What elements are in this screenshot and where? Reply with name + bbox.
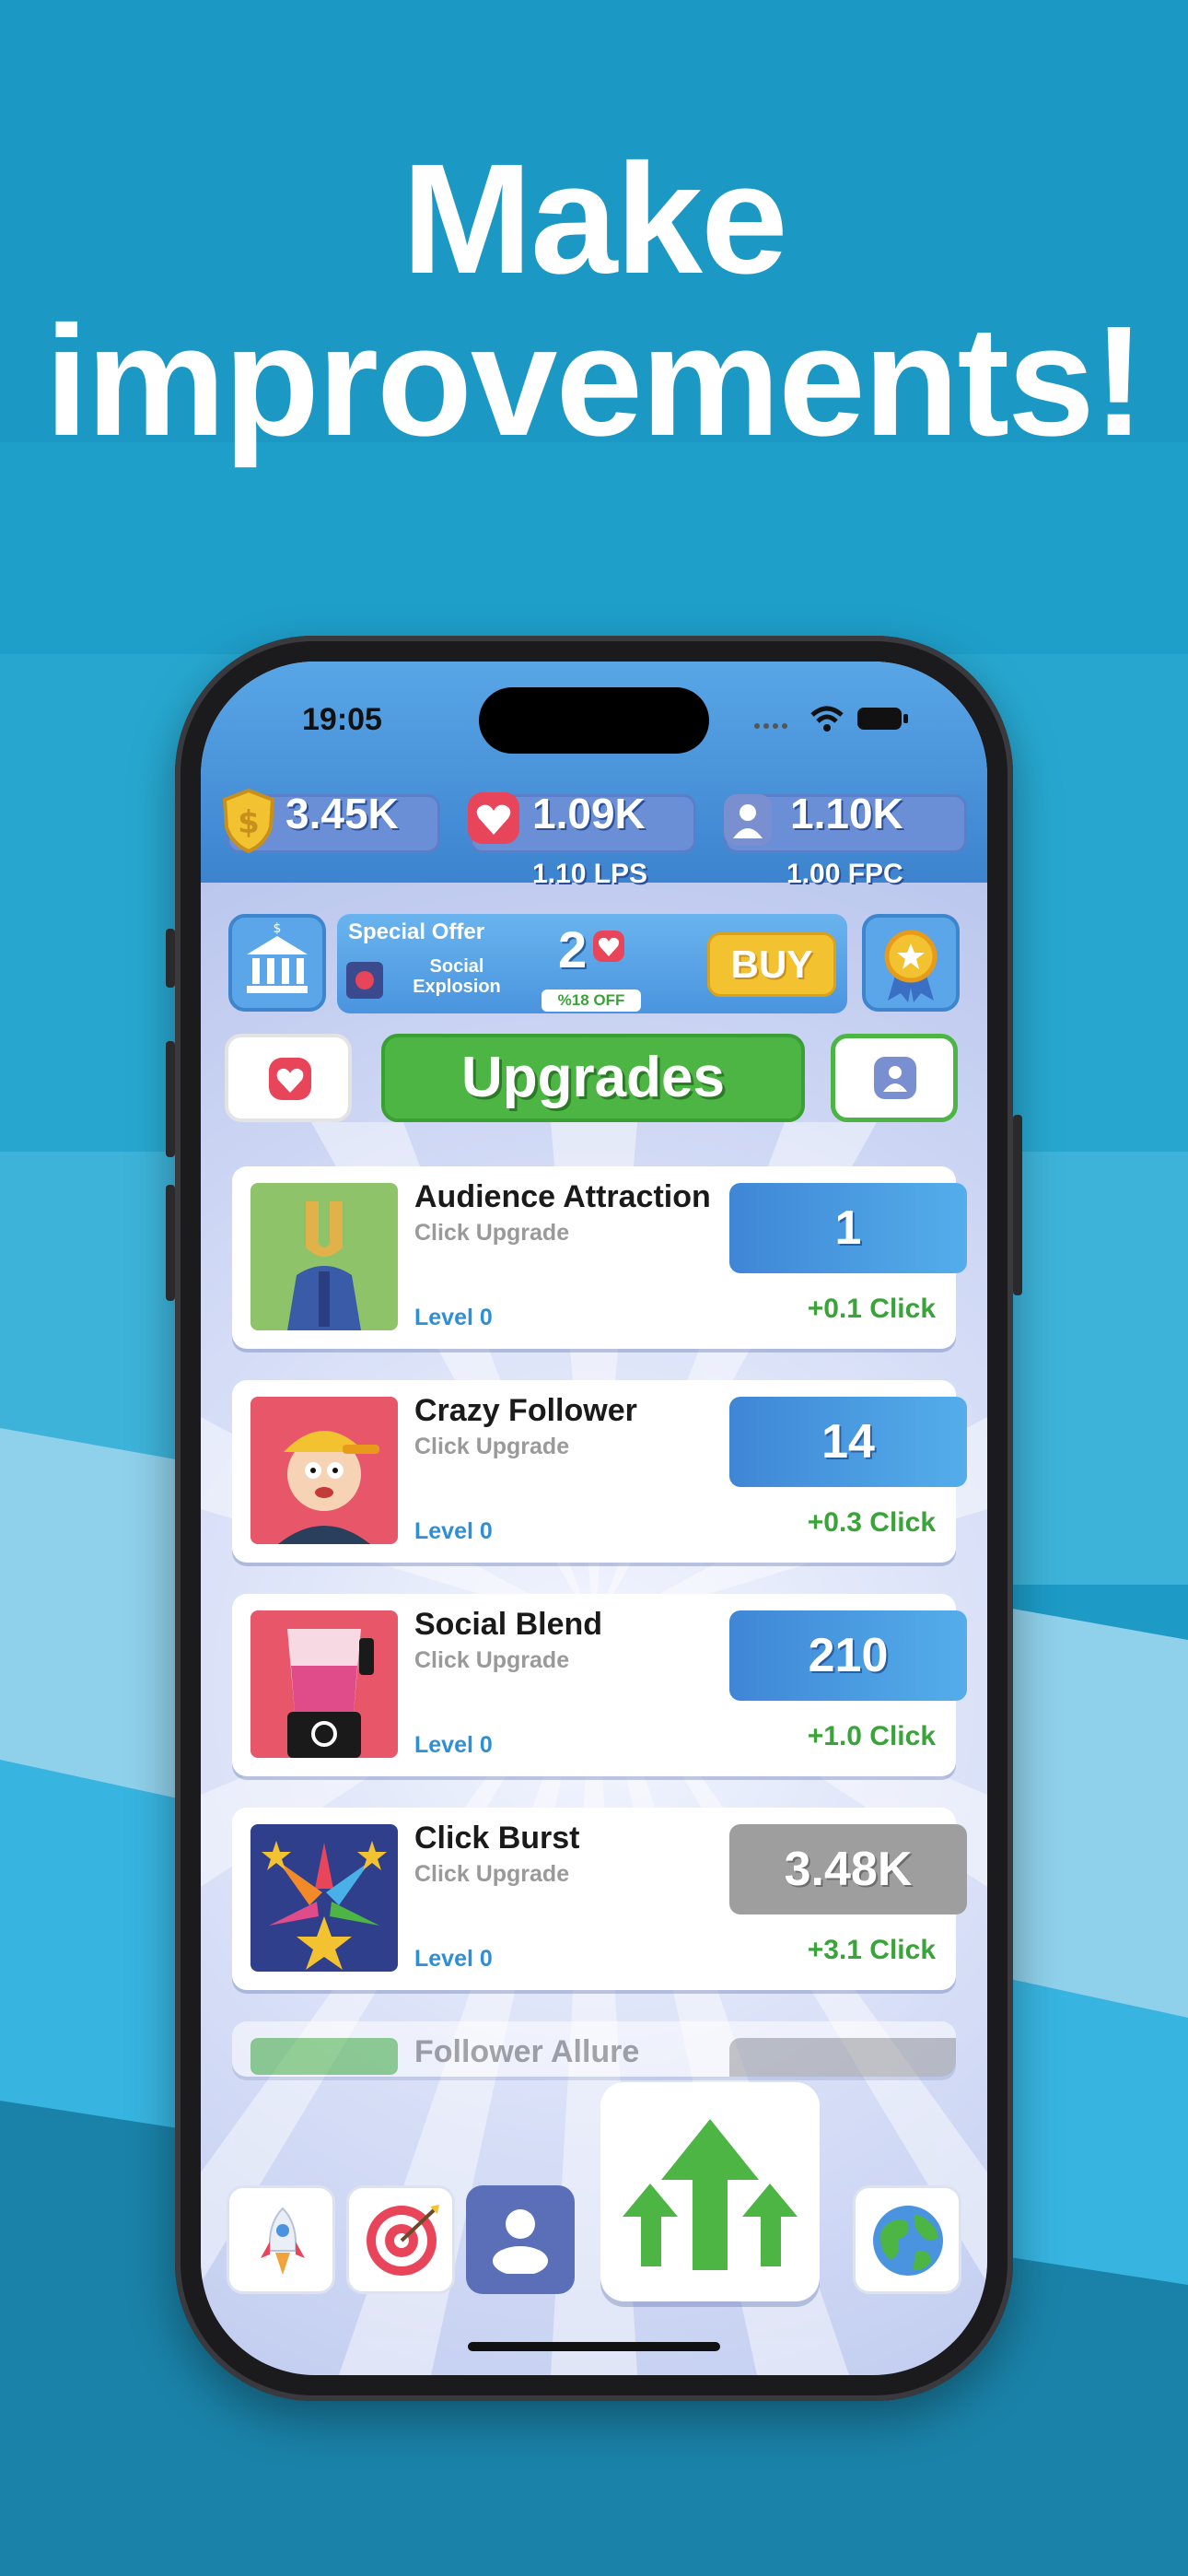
offer-amount: 2 — [558, 920, 588, 978]
upgrade-name: Social Blend — [414, 1607, 603, 1642]
phone-frame: 19:05 $ 3.45K 1.09K 1.10K 1.10 LPS 1.00 … — [166, 636, 1022, 2401]
coins-value: 3.45K — [285, 790, 399, 837]
followers-value: 1.10K — [790, 790, 903, 837]
upgrade-name: Follower Allure — [414, 2034, 640, 2069]
target-icon — [367, 2205, 439, 2276]
upgrade-name: Click Burst — [414, 1821, 580, 1856]
phone-volume-up — [166, 1041, 175, 1157]
headline-line-1: Make — [402, 132, 787, 307]
status-bar: 19:05 — [201, 662, 987, 763]
bank-icon: $ — [247, 921, 308, 993]
coin-icon: $ — [222, 788, 275, 853]
follower-allure-thumbnail — [250, 2038, 398, 2075]
offer-item-name-line-1: Social — [429, 956, 484, 977]
upgrade-type: Click Upgrade — [414, 1434, 570, 1459]
offer-item-name-line-2: Explosion — [413, 977, 501, 997]
upgrade-level: Level 0 — [414, 1518, 493, 1544]
upgrade-name: Audience Attraction — [414, 1179, 711, 1214]
nav-world-button[interactable] — [853, 2185, 961, 2294]
burst-stars-icon — [262, 1841, 387, 1970]
offer-heart-icon — [593, 931, 624, 962]
headline-line-2: improvements! — [44, 294, 1146, 469]
ribbon-icon — [884, 930, 938, 1002]
app-screen: 19:05 $ 3.45K 1.09K 1.10K 1.10 LPS 1.00 … — [201, 662, 987, 2375]
upgrade-type: Click Upgrade — [414, 1647, 570, 1673]
upgrade-name: Crazy Follower — [414, 1393, 637, 1428]
upgrade-card[interactable]: Crazy Follower Click Upgrade Level 0 14 … — [232, 1380, 967, 1563]
arrows-up-icon — [623, 2119, 798, 2270]
upgrade-type: Click Upgrade — [414, 1861, 570, 1887]
status-time: 19:05 — [302, 702, 382, 737]
svg-text:$: $ — [238, 804, 260, 841]
tab-follower-upgrades[interactable] — [831, 1034, 958, 1122]
bank-button[interactable]: $ — [228, 914, 326, 1012]
upgrade-card[interactable]: Social Blend Click Upgrade Level 0 210 +… — [232, 1594, 967, 1776]
phone-power-button — [1013, 1115, 1022, 1295]
offer-item-name: Social Explosion — [402, 956, 512, 997]
globe-icon — [873, 2206, 943, 2276]
home-indicator — [468, 2342, 720, 2351]
rocket-icon — [261, 2207, 305, 2275]
audience-attraction-thumbnail — [250, 1183, 398, 1330]
heart-icon — [468, 792, 519, 844]
nav-goals-button[interactable] — [346, 2185, 455, 2294]
tab-likes-upgrades[interactable] — [225, 1034, 352, 1122]
offer-item-icon — [346, 962, 383, 999]
upgrade-level: Level 0 — [414, 1946, 493, 1972]
offer-title: Special Offer — [348, 919, 485, 944]
click-burst-thumbnail — [250, 1824, 398, 1972]
upgrade-gain: +1.0 Click — [807, 1721, 936, 1751]
upgrade-card[interactable]: Click Burst Click Upgrade Level 0 3.48K … — [232, 1808, 967, 1990]
nav-upgrades-button[interactable] — [600, 2082, 820, 2301]
magnet-person-icon — [287, 1201, 361, 1330]
user-icon — [493, 2209, 548, 2274]
upgrade-price-button[interactable]: 14 — [729, 1397, 967, 1487]
dynamic-island — [479, 687, 709, 754]
upgrade-card[interactable]: Audience Attraction Click Upgrade Level … — [232, 1166, 967, 1349]
svg-text:$: $ — [274, 921, 282, 936]
user-icon — [724, 794, 772, 846]
likes-value: 1.09K — [532, 790, 646, 837]
crazy-face-icon — [278, 1431, 379, 1544]
upgrade-gain: +0.1 Click — [807, 1294, 936, 1324]
wifi-icon — [810, 706, 844, 732]
upgrade-price-button[interactable]: 210 — [729, 1610, 967, 1701]
nav-profile-button[interactable] — [466, 2185, 575, 2294]
upgrade-card[interactable]: Follower Allure — [232, 2021, 956, 2077]
headline: Make improvements! — [0, 138, 1188, 463]
user-icon — [874, 1057, 916, 1099]
upgrade-price-button[interactable]: 1 — [729, 1183, 967, 1273]
offer-discount-badge: %18 OFF — [542, 989, 641, 1012]
upgrade-type: Click Upgrade — [414, 1220, 570, 1246]
achievements-button[interactable] — [862, 914, 960, 1012]
fpc-rate: 1.00 FPC — [786, 859, 903, 889]
social-blend-thumbnail — [250, 1610, 398, 1758]
battery-icon — [857, 708, 908, 730]
nav-boost-button[interactable] — [227, 2185, 335, 2294]
upgrade-gain: +0.3 Click — [807, 1507, 936, 1538]
lps-rate: 1.10 LPS — [532, 859, 648, 889]
phone-mute-switch — [166, 929, 175, 988]
upgrade-gain: +3.1 Click — [807, 1935, 936, 1965]
crazy-follower-thumbnail — [250, 1397, 398, 1544]
phone-volume-down — [166, 1185, 175, 1301]
offer-buy-button[interactable]: BUY — [707, 932, 836, 997]
heart-icon — [269, 1058, 311, 1100]
blender-icon — [287, 1629, 374, 1758]
section-title-upgrades: Upgrades — [381, 1034, 805, 1122]
upgrade-level: Level 0 — [414, 1732, 493, 1758]
signal-icon — [754, 723, 787, 729]
upgrade-price-button[interactable]: 3.48K — [729, 1824, 967, 1914]
special-offer-banner[interactable]: Special Offer Social Explosion 2 %18 OFF… — [337, 914, 847, 1013]
upgrade-price-button[interactable] — [729, 2038, 956, 2077]
upgrade-level: Level 0 — [414, 1305, 493, 1330]
